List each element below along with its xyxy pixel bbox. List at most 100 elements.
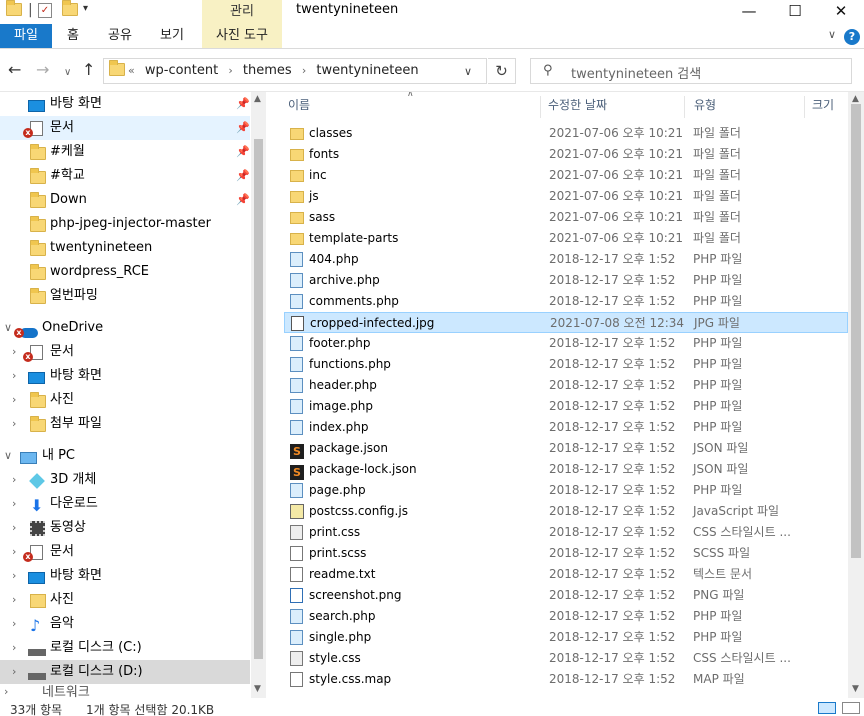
search-input[interactable]: twentynineteen 검색 bbox=[571, 63, 701, 82]
column-divider[interactable] bbox=[804, 96, 805, 118]
file-row[interactable]: sass 2021-07-06 오후 10:21 파일 폴더 bbox=[284, 207, 848, 228]
nav-item-folder[interactable]: twentynineteen bbox=[0, 236, 250, 260]
file-list-scrollbar-thumb[interactable] bbox=[851, 104, 861, 558]
chevron-right-icon[interactable]: › bbox=[12, 340, 16, 364]
properties-icon[interactable]: ✓ bbox=[38, 3, 52, 18]
file-row[interactable]: style.css.map 2018-12-17 오후 1:52 MAP 파일 bbox=[284, 669, 848, 690]
chevron-right-icon[interactable]: › bbox=[12, 412, 16, 436]
breadcrumb-twentynineteen[interactable]: twentynineteen bbox=[316, 63, 418, 78]
nav-item-onedrive-desktop[interactable]: › 바탕 화면 bbox=[0, 364, 250, 388]
chevron-right-icon[interactable]: › bbox=[12, 564, 16, 588]
nav-item-downloads[interactable]: › ⬇ 다운로드 bbox=[0, 492, 250, 516]
customize-quick-access-icon[interactable]: ▾ bbox=[83, 3, 99, 19]
nav-item-folder[interactable]: php-jpeg-injector-master bbox=[0, 212, 250, 236]
file-row[interactable]: template-parts 2021-07-06 오후 10:21 파일 폴더 bbox=[284, 228, 848, 249]
nav-item-documents[interactable]: x 문서 📌 bbox=[0, 116, 250, 140]
file-list-scrollbar[interactable]: ▲ ▼ bbox=[848, 92, 864, 698]
file-row[interactable]: search.php 2018-12-17 오후 1:52 PHP 파일 bbox=[284, 606, 848, 627]
chevron-down-icon[interactable]: ∨ bbox=[4, 316, 12, 340]
recent-locations-icon[interactable]: ∨ bbox=[64, 65, 71, 81]
nav-item-drive-d[interactable]: › 로컬 디스크 (D:) bbox=[0, 660, 250, 684]
tab-file[interactable]: 파일 bbox=[0, 24, 52, 48]
chevron-right-icon[interactable]: › bbox=[4, 680, 8, 698]
file-row[interactable]: Spackage-lock.json 2018-12-17 오후 1:52 JSON… bbox=[284, 459, 848, 480]
chevron-right-icon[interactable]: › bbox=[302, 64, 306, 77]
file-row[interactable]: page.php 2018-12-17 오후 1:52 PHP 파일 bbox=[284, 480, 848, 501]
file-row[interactable]: footer.php 2018-12-17 오후 1:52 PHP 파일 bbox=[284, 333, 848, 354]
chevron-down-icon[interactable]: ∨ bbox=[4, 444, 12, 468]
nav-item-pc-pictures[interactable]: › 사진 bbox=[0, 588, 250, 612]
minimize-button[interactable]: — bbox=[726, 0, 772, 24]
file-row[interactable]: header.php 2018-12-17 오후 1:52 PHP 파일 bbox=[284, 375, 848, 396]
nav-item-drive-c[interactable]: › 로컬 디스크 (C:) bbox=[0, 636, 250, 660]
nav-item-folder[interactable]: Down 📌 bbox=[0, 188, 250, 212]
nav-item-pc-documents[interactable]: › x 문서 bbox=[0, 540, 250, 564]
column-header-size[interactable]: 크기 bbox=[812, 92, 834, 118]
nav-item-folder[interactable]: 얼번파밍 bbox=[0, 284, 250, 308]
close-button[interactable]: ✕ bbox=[818, 0, 864, 24]
file-row[interactable]: cropped-infected.jpg 2021-07-08 오전 12:34 J… bbox=[284, 312, 848, 333]
tab-view[interactable]: 보기 bbox=[152, 24, 192, 48]
maximize-button[interactable]: ☐ bbox=[772, 0, 818, 24]
nav-item-folder[interactable]: #학교 📌 bbox=[0, 164, 250, 188]
nav-item-network[interactable]: › 네트워크 bbox=[0, 685, 250, 698]
chevron-right-icon[interactable]: › bbox=[12, 388, 16, 412]
chevron-right-icon[interactable]: › bbox=[12, 468, 16, 492]
nav-scrollbar-thumb[interactable] bbox=[254, 139, 263, 659]
search-box[interactable]: ⚲ twentynineteen 검색 bbox=[530, 58, 852, 84]
pin-icon[interactable]: 📌 bbox=[236, 188, 250, 212]
file-row[interactable]: inc 2021-07-06 오후 10:21 파일 폴더 bbox=[284, 165, 848, 186]
scroll-down-icon[interactable]: ▼ bbox=[852, 684, 859, 694]
nav-item-onedrive[interactable]: ∨ x OneDrive bbox=[0, 316, 250, 340]
nav-item-onedrive-documents[interactable]: › x 문서 bbox=[0, 340, 250, 364]
nav-scrollbar[interactable]: ▲ ▼ bbox=[251, 92, 266, 698]
nav-item-videos[interactable]: › 동영상 bbox=[0, 516, 250, 540]
pin-icon[interactable]: 📌 bbox=[236, 140, 250, 164]
chevron-right-icon[interactable]: › bbox=[12, 492, 16, 516]
chevron-right-icon[interactable]: › bbox=[12, 612, 16, 636]
tab-picture-tools[interactable]: 사진 도구 bbox=[202, 24, 282, 48]
nav-item-onedrive-pictures[interactable]: › 사진 bbox=[0, 388, 250, 412]
chevron-right-icon[interactable]: › bbox=[12, 516, 16, 540]
column-header-name[interactable]: 이름 bbox=[288, 92, 310, 118]
tab-home[interactable]: 홈 bbox=[56, 24, 90, 48]
details-view-icon[interactable] bbox=[818, 702, 836, 714]
file-row[interactable]: fonts 2021-07-06 오후 10:21 파일 폴더 bbox=[284, 144, 848, 165]
column-divider[interactable] bbox=[540, 96, 541, 118]
forward-arrow-icon[interactable]: → bbox=[36, 62, 49, 78]
file-row[interactable]: js 2021-07-06 오후 10:21 파일 폴더 bbox=[284, 186, 848, 207]
chevron-right-icon[interactable]: › bbox=[12, 540, 16, 564]
nav-item-3d-objects[interactable]: › 3D 개체 bbox=[0, 468, 250, 492]
file-row[interactable]: archive.php 2018-12-17 오후 1:52 PHP 파일 bbox=[284, 270, 848, 291]
large-icons-view-icon[interactable] bbox=[842, 702, 860, 714]
pin-icon[interactable]: 📌 bbox=[236, 92, 250, 116]
file-row[interactable]: postcss.config.js 2018-12-17 오후 1:52 JavaS… bbox=[284, 501, 848, 522]
nav-item-onedrive-attachments[interactable]: › 첨부 파일 bbox=[0, 412, 250, 436]
column-divider[interactable] bbox=[684, 96, 685, 118]
address-dropdown-icon[interactable]: ∨ bbox=[464, 65, 472, 78]
file-row[interactable]: index.php 2018-12-17 오후 1:52 PHP 파일 bbox=[284, 417, 848, 438]
file-row[interactable]: readme.txt 2018-12-17 오후 1:52 텍스트 문서 bbox=[284, 564, 848, 585]
up-arrow-icon[interactable]: ↑ bbox=[82, 62, 95, 78]
overflow-chevron-icon[interactable]: « bbox=[128, 64, 135, 77]
scroll-up-icon[interactable]: ▲ bbox=[254, 94, 261, 104]
file-row[interactable]: screenshot.png 2018-12-17 오후 1:52 PNG 파일 bbox=[284, 585, 848, 606]
nav-item-music[interactable]: › ♪ 음악 bbox=[0, 612, 250, 636]
file-row[interactable]: image.php 2018-12-17 오후 1:52 PHP 파일 bbox=[284, 396, 848, 417]
nav-item-folder[interactable]: #케월 📌 bbox=[0, 140, 250, 164]
chevron-right-icon[interactable]: › bbox=[12, 660, 16, 684]
file-row[interactable]: print.scss 2018-12-17 오후 1:52 SCSS 파일 bbox=[284, 543, 848, 564]
breadcrumb-wp-content[interactable]: wp-content bbox=[145, 63, 218, 78]
nav-item-desktop[interactable]: 바탕 화면 📌 bbox=[0, 92, 250, 116]
address-bar[interactable]: « wp-content › themes › twentynineteen ∨ bbox=[103, 58, 487, 84]
scroll-down-icon[interactable]: ▼ bbox=[254, 684, 261, 694]
pin-icon[interactable]: 📌 bbox=[236, 116, 250, 140]
file-row[interactable]: print.css 2018-12-17 오후 1:52 CSS 스타일시트 ... bbox=[284, 522, 848, 543]
expand-ribbon-icon[interactable]: ∨ bbox=[828, 28, 836, 41]
help-icon[interactable]: ? bbox=[844, 29, 860, 45]
file-row[interactable]: single.php 2018-12-17 오후 1:52 PHP 파일 bbox=[284, 627, 848, 648]
file-row[interactable]: comments.php 2018-12-17 오후 1:52 PHP 파일 bbox=[284, 291, 848, 312]
chevron-right-icon[interactable]: › bbox=[228, 64, 232, 77]
new-folder-icon[interactable] bbox=[62, 0, 78, 19]
column-header-date[interactable]: 수정한 날짜 bbox=[548, 92, 607, 118]
